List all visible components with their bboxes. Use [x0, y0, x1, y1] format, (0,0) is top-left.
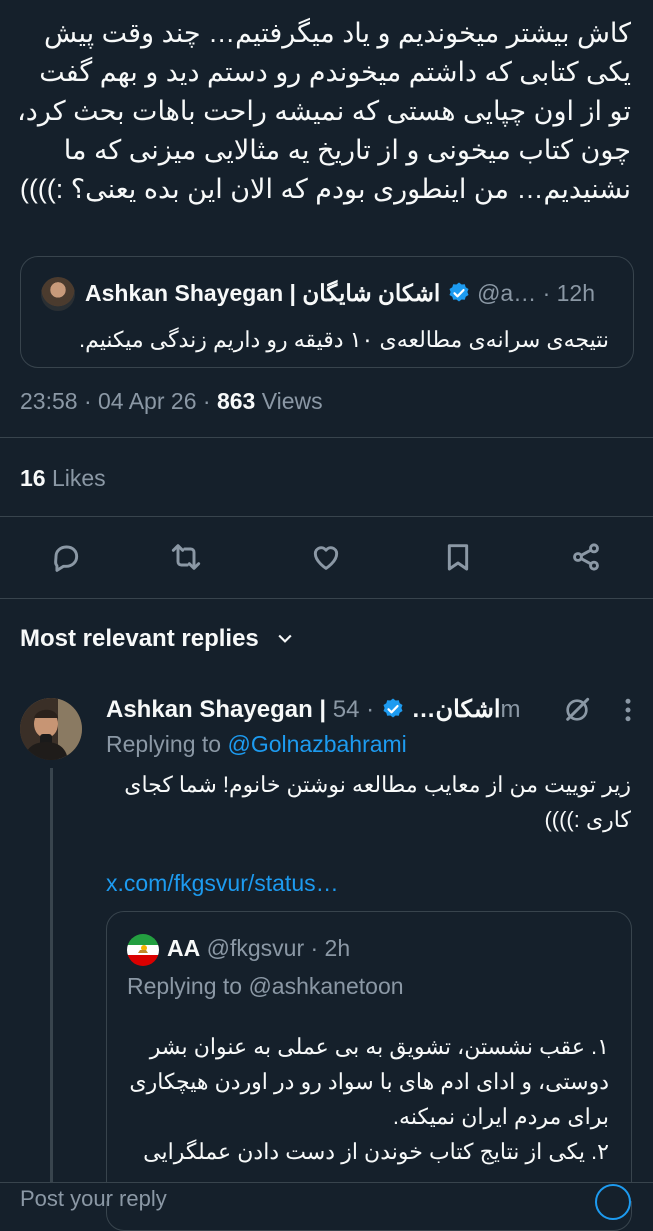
tweet-text-line: نشنیدیم… من اینطوری بودم که الان این بده… — [19, 174, 631, 204]
views-count: 863 — [216, 388, 256, 414]
replying-to: Replying to @Golnazbahrami — [106, 731, 407, 758]
more-options-icon[interactable] — [623, 695, 633, 725]
tweet-date[interactable]: 04 Apr 26 — [98, 388, 196, 414]
reply-button[interactable] — [46, 537, 86, 577]
likes-number: 16 — [20, 465, 46, 491]
tweet-text: کاش بیشتر میخوندیم و یاد میگرفتیم… چند و… — [17, 14, 631, 209]
meta-separator: · — [83, 388, 99, 414]
avatar-photo — [20, 698, 82, 760]
retweet-button[interactable] — [166, 537, 206, 577]
share-button[interactable] — [566, 537, 606, 577]
chevron-down-icon — [278, 634, 293, 643]
tweet-time[interactable]: 23:58 — [20, 388, 78, 414]
share-icon — [573, 543, 599, 571]
author-handle: @fkgsvur — [206, 935, 305, 961]
quoted-tweet-text: ۱. عقب نشستن، تشویق به بی عملی به عنوان … — [125, 1029, 609, 1169]
views-label: Views — [261, 388, 323, 414]
reply-text: زیر توییت من از معایب مطالعه نوشتن خانوم… — [124, 772, 631, 832]
likes-count[interactable]: 16 Likes — [20, 465, 106, 492]
bookmark-icon — [447, 544, 469, 571]
tweet-text-line: تو از اون چپایی هستی که نمیشه راحت باهات… — [17, 96, 631, 126]
quoted-text-line: ۲. یکی از نتایج کتاب خوندن از دست دادن ع… — [143, 1139, 609, 1164]
thread-line — [50, 768, 53, 1200]
author-handle: @a… — [477, 280, 537, 306]
replying-handle-link[interactable]: @Golnazbahrami — [227, 731, 406, 757]
reply-actions — [561, 694, 633, 726]
likes-label: Likes — [51, 465, 106, 491]
tweet-text-line: یکی کتابی که داشتم میخوندم رو دستم دید و… — [39, 57, 631, 87]
retweet-icon — [171, 544, 201, 570]
reply-link[interactable]: x.com/fkgsvur/status… — [106, 870, 339, 897]
quoted-text-line: دوستی، و ادای ادم های با سواد رو در اورد… — [129, 1069, 609, 1094]
like-icon — [313, 546, 339, 570]
compose-action-icon[interactable] — [595, 1184, 631, 1220]
reply-icon — [54, 545, 79, 572]
verified-badge-icon — [449, 282, 469, 302]
avatar[interactable] — [20, 698, 82, 760]
replying-to: Replying to @ashkanetoon — [127, 973, 404, 999]
quoted-tweet-card[interactable]: Ashkan Shayegan | اشکان شایگان @a… · 12h… — [20, 256, 634, 368]
tweet-text-line: کاش بیشتر میخوندیم و یاد میگرفتیم… چند و… — [44, 18, 631, 48]
quoted-text-line: ۱. عقب نشستن، تشویق به بی عملی به عنوان … — [149, 1034, 609, 1059]
reply-sort-dropdown[interactable]: Most relevant replies — [20, 625, 295, 653]
reply-input[interactable]: Post your reply — [20, 1186, 167, 1212]
like-button[interactable] — [306, 537, 346, 577]
quoted-tweet-header: AA @fkgsvur · 2h — [167, 935, 350, 962]
divider — [0, 437, 653, 438]
timestamp: · 2h — [310, 935, 351, 961]
avatar[interactable] — [41, 277, 75, 311]
tweet-meta: 23:58 · 04 Apr 26 · 863 Views — [20, 388, 323, 415]
section-title: Most relevant replies — [20, 625, 259, 652]
divider — [0, 598, 653, 599]
author-name[interactable]: AA — [167, 935, 200, 961]
tweet-text-line: چون کتاب میخونی و از تاریخ یه مثالایی می… — [63, 135, 631, 165]
quoted-tweet-header: Ashkan Shayegan | اشکان شایگان @a… · 12h — [85, 280, 595, 307]
bookmark-button[interactable] — [438, 537, 478, 577]
grok-icon[interactable] — [561, 694, 593, 726]
author-name[interactable]: Ashkan Shayegan | اشکان شایگان — [85, 280, 440, 306]
verified-badge-icon — [383, 698, 403, 718]
author-name[interactable]: Ashkan Shayegan | اشکان… — [106, 696, 500, 723]
timestamp: · 12h — [542, 280, 596, 306]
reply-header: Ashkan Shayegan | اشکان… · 54m — [106, 695, 520, 724]
quoted-tweet-text: نتیجه‌ی سرانه‌ی مطالعه‌ی ۱۰ دقیقه رو دار… — [79, 327, 609, 352]
divider — [0, 516, 653, 517]
replying-prefix: Replying to — [106, 731, 222, 757]
iran-lion-sun-flag-icon — [127, 934, 159, 966]
avatar[interactable] — [127, 934, 159, 966]
meta-separator: · — [202, 388, 217, 414]
quoted-text-line: برای مردم ایران نمیکنه. — [392, 1104, 609, 1129]
